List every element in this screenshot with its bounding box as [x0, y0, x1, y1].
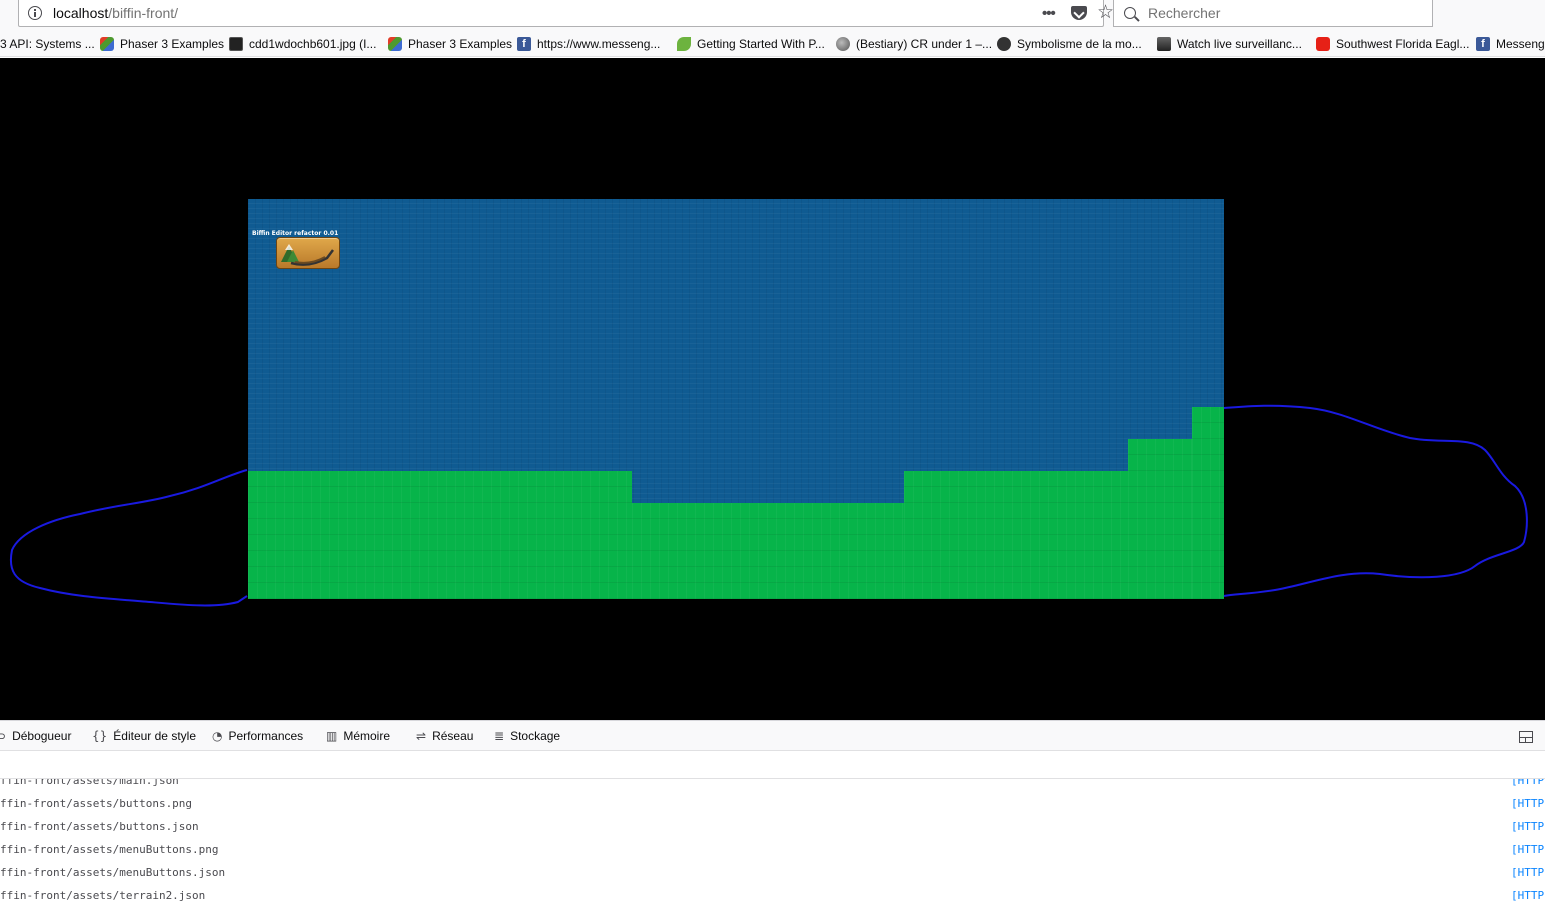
bookmark-label: Messenger	[1496, 37, 1545, 51]
log-meta[interactable]: [HTTP	[1511, 843, 1544, 856]
log-url[interactable]: ffin-front/assets/buttons.png	[0, 797, 192, 810]
log-row: ffin-front/assets/terrain2.json [HTTP	[0, 889, 1545, 910]
bookmark-label: Symbolisme de la mo...	[1017, 37, 1142, 51]
boat-icon	[281, 244, 334, 266]
facebook-icon: f	[517, 37, 531, 51]
image-icon	[229, 37, 243, 51]
log-row: ffin-front/assets/main.json [HTTP	[0, 779, 1545, 797]
tab-label: Réseau	[432, 729, 474, 743]
log-meta[interactable]: [HTTP	[1511, 797, 1544, 810]
bookmark-item[interactable]: Symbolisme de la mo...	[997, 36, 1142, 52]
terrain-block	[1192, 407, 1224, 599]
search-input[interactable]	[1146, 4, 1406, 22]
terrain-block	[632, 503, 904, 599]
bookmark-label: https://www.messeng...	[537, 37, 661, 51]
log-meta[interactable]: [HTTP	[1511, 889, 1544, 902]
bookmark-item[interactable]: Phaser 3 Examples	[388, 36, 512, 52]
url-text[interactable]: localhost/biffin-front/	[53, 5, 178, 21]
search-bar[interactable]	[1113, 0, 1433, 27]
globe-icon	[836, 37, 850, 51]
tab-performance[interactable]: ◔ Performances	[212, 729, 303, 743]
console-output: ffin-front/assets/main.json [HTTP ffin-fr…	[0, 779, 1545, 910]
bookmark-item[interactable]: Watch live surveillanc...	[1157, 36, 1302, 52]
camera-icon	[1157, 37, 1171, 51]
phaser-icon	[100, 37, 114, 51]
bookmark-label: Phaser 3 Examples	[408, 37, 513, 51]
tab-label: Éditeur de style	[113, 729, 196, 743]
network-icon: ⇌	[416, 729, 427, 743]
bookmark-label: Watch live surveillanc...	[1177, 37, 1302, 51]
log-row: ffin-front/assets/menuButtons.png [HTTP	[0, 843, 1545, 866]
game-viewport[interactable]: Biffin Editor refactor 0.01	[0, 58, 1545, 720]
bookmark-label: 3 API: Systems ...	[0, 37, 95, 51]
console-filter-bar[interactable]	[0, 751, 1545, 779]
log-meta[interactable]: [HTTP	[1511, 779, 1544, 787]
bookmark-label: (Bestiary) CR under 1 –...	[856, 37, 993, 51]
youtube-icon	[1316, 37, 1330, 51]
terrain-block	[248, 471, 632, 599]
annotation-right-loop	[1223, 404, 1528, 597]
page-actions-icon[interactable]: •••	[1042, 5, 1056, 22]
tab-label: Stockage	[510, 729, 561, 743]
bookmark-item[interactable]: f Messenger	[1476, 36, 1545, 52]
editor-title: Biffin Editor refactor 0.01	[252, 230, 339, 237]
tab-label: Performances	[228, 729, 304, 743]
bookmark-item[interactable]: Getting Started With P...	[677, 36, 825, 52]
log-url[interactable]: ffin-front/assets/main.json	[0, 779, 179, 787]
url-bar[interactable]: localhost/biffin-front/ ••• ☆	[18, 0, 1114, 27]
bookmark-item[interactable]: cdd1wdochb601.jpg (I...	[229, 36, 376, 52]
bookmark-label: cdd1wdochb601.jpg (I...	[249, 37, 377, 51]
bookmark-item[interactable]: Phaser 3 Examples	[100, 36, 224, 52]
leaf-icon	[677, 37, 691, 51]
tab-memory[interactable]: ▥ Mémoire	[326, 729, 390, 743]
tab-storage[interactable]: ≣ Stockage	[494, 729, 560, 743]
terrain-block	[1128, 439, 1192, 599]
bookmarks-toolbar: 3 API: Systems ... Phaser 3 Examples cdd…	[0, 30, 1545, 57]
tab-label: Débogueur	[12, 729, 72, 743]
storage-icon: ≣	[494, 729, 505, 743]
log-meta[interactable]: [HTTP	[1511, 866, 1544, 879]
site-info-icon[interactable]	[28, 6, 42, 20]
bookmark-label: Getting Started With P...	[697, 37, 825, 51]
dock-layout-icon[interactable]	[1519, 731, 1533, 743]
flame-icon	[997, 37, 1011, 51]
debugger-icon: ⊃	[0, 729, 7, 743]
facebook-icon: f	[1476, 37, 1490, 51]
bookmark-label: Phaser 3 Examples	[120, 37, 225, 51]
memory-icon: ▥	[326, 729, 338, 743]
performance-icon: ◔	[212, 729, 223, 743]
devtools-toolbar: ⊃ Débogueur {} Éditeur de style ◔ Performan…	[0, 720, 1545, 751]
bookmark-item[interactable]: f https://www.messeng...	[517, 36, 660, 52]
log-url[interactable]: ffin-front/assets/menuButtons.json	[0, 866, 225, 879]
bookmark-item[interactable]: Southwest Florida Eagl...	[1316, 36, 1469, 52]
bookmark-label: Southwest Florida Eagl...	[1336, 37, 1470, 51]
log-url[interactable]: ffin-front/assets/buttons.json	[0, 820, 199, 833]
tab-network[interactable]: ⇌ Réseau	[416, 729, 473, 743]
phaser-icon	[388, 37, 402, 51]
log-url[interactable]: ffin-front/assets/menuButtons.png	[0, 843, 219, 856]
log-url[interactable]: ffin-front/assets/terrain2.json	[0, 889, 205, 902]
log-row: ffin-front/assets/menuButtons.json [HTTP	[0, 866, 1545, 889]
annotation-left-loop	[9, 469, 248, 607]
bookmark-item[interactable]: (Bestiary) CR under 1 –...	[836, 36, 992, 52]
bookmark-star-icon[interactable]: ☆	[1097, 2, 1114, 24]
search-icon	[1124, 7, 1136, 19]
navigation-toolbar: localhost/biffin-front/ ••• ☆	[0, 0, 1545, 30]
style-editor-icon: {}	[92, 729, 108, 743]
game-canvas[interactable]: Biffin Editor refactor 0.01	[248, 199, 1224, 599]
pocket-icon[interactable]	[1071, 6, 1087, 20]
log-row: ffin-front/assets/buttons.png [HTTP	[0, 797, 1545, 820]
tab-style-editor[interactable]: {} Éditeur de style	[92, 729, 196, 743]
url-host: localhost	[53, 5, 109, 21]
log-meta[interactable]: [HTTP	[1511, 820, 1544, 833]
tab-label: Mémoire	[343, 729, 391, 743]
log-row: ffin-front/assets/buttons.json [HTTP	[0, 820, 1545, 843]
editor-menu-button[interactable]	[276, 237, 340, 269]
tab-debugger[interactable]: ⊃ Débogueur	[0, 729, 71, 743]
bookmark-item[interactable]: 3 API: Systems ...	[0, 36, 95, 52]
terrain-block	[904, 471, 1128, 599]
url-path: /biffin-front/	[108, 5, 179, 21]
